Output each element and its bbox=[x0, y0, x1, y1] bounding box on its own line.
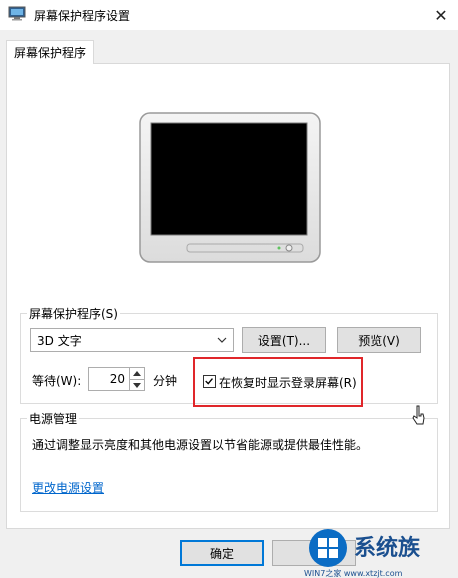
close-button[interactable]: ✕ bbox=[424, 0, 458, 30]
settings-button[interactable]: 设置(T)... bbox=[242, 327, 326, 353]
ok-button-label: 确定 bbox=[209, 546, 234, 561]
tab-screensaver[interactable]: 屏幕保护程序 bbox=[6, 40, 94, 64]
chevron-down-icon bbox=[217, 337, 227, 343]
screensaver-select-value: 3D 文字 bbox=[37, 334, 82, 348]
minutes-label: 分钟 bbox=[153, 374, 178, 388]
screensaver-select[interactable]: 3D 文字 bbox=[30, 328, 234, 352]
ok-button[interactable]: 确定 bbox=[180, 540, 264, 566]
power-group bbox=[20, 418, 438, 512]
watermark-url-text: WIN7之家 www.xtzjt.com bbox=[304, 569, 403, 578]
monitor-preview-image bbox=[139, 112, 321, 263]
title-bar: 屏幕保护程序设置 ✕ bbox=[0, 0, 458, 30]
window-title: 屏幕保护程序设置 bbox=[34, 9, 131, 23]
close-icon: ✕ bbox=[434, 5, 448, 25]
wait-label: 等待(W): bbox=[32, 374, 82, 388]
spin-up-icon[interactable] bbox=[130, 368, 144, 379]
wait-minutes-spinner[interactable] bbox=[130, 367, 145, 391]
spin-down-icon[interactable] bbox=[130, 380, 144, 391]
screensaver-group-label: 屏幕保护程序(S) bbox=[27, 305, 120, 322]
preview-button-label: 预览(V) bbox=[358, 333, 400, 348]
resume-login-checkbox[interactable] bbox=[203, 375, 216, 388]
preview-button[interactable]: 预览(V) bbox=[337, 327, 421, 353]
checkmark-icon bbox=[205, 378, 213, 385]
resume-login-label[interactable]: 在恢复时显示登录屏幕(R) bbox=[219, 374, 357, 391]
power-group-label: 电源管理 bbox=[27, 410, 80, 427]
windows-logo-icon bbox=[309, 529, 347, 567]
tab-label: 屏幕保护程序 bbox=[13, 46, 86, 60]
settings-button-label: 设置(T)... bbox=[257, 333, 311, 348]
watermark-logo: 系统族 WIN7之家 www.xtzjt.com bbox=[302, 524, 458, 578]
wait-minutes-input[interactable]: 20 bbox=[88, 367, 130, 391]
change-power-settings-link[interactable]: 更改电源设置 bbox=[32, 479, 104, 496]
mouse-cursor-icon bbox=[412, 405, 425, 425]
screen-saver-app-icon bbox=[8, 6, 26, 21]
power-description: 通过调整显示亮度和其他电源设置以节省能源或提供最佳性能。 bbox=[32, 438, 369, 452]
watermark-brand-text: 系统族 bbox=[354, 536, 421, 561]
